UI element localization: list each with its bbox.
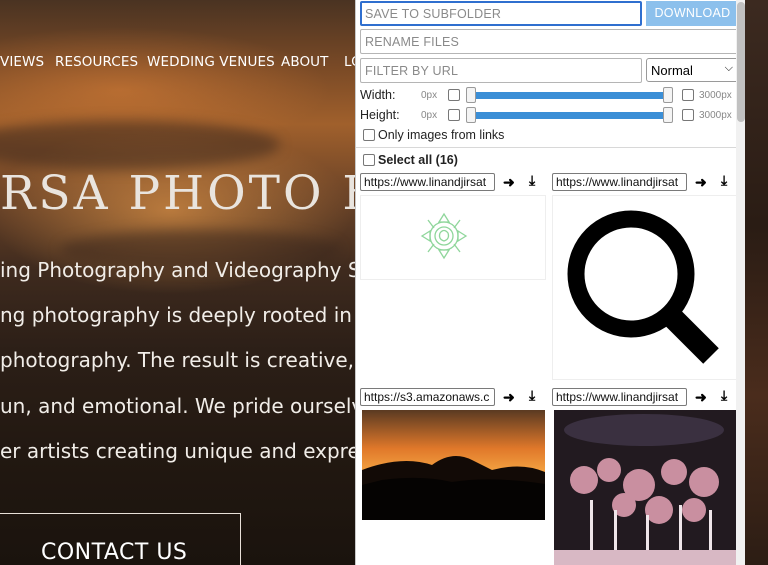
height-min-checkbox[interactable] (448, 109, 460, 121)
image-thumbnail-flowers[interactable] (554, 410, 737, 565)
download-icon[interactable]: ⤓ (721, 387, 727, 404)
width-max-checkbox[interactable] (682, 89, 694, 101)
width-min-checkbox[interactable] (448, 89, 460, 101)
flowers-photo (554, 410, 737, 565)
width-slider-max-handle[interactable] (663, 87, 673, 103)
nav-item-resources[interactable]: RESOURCES (55, 54, 138, 70)
download-icon[interactable]: ⤓ (529, 387, 535, 404)
logo-image (420, 212, 468, 260)
popup-scrollbar[interactable] (736, 0, 745, 565)
filter-url-input[interactable]: FILTER BY URL (360, 58, 642, 83)
site-body-line: ing Photography and Videography Stud (0, 258, 394, 282)
height-slider-max-handle[interactable] (663, 107, 673, 123)
nav-item-about[interactable]: ABOUT (281, 54, 329, 70)
select-all-checkbox[interactable] (363, 154, 375, 166)
image-url-field[interactable]: https://s3.amazonaws.c (360, 388, 495, 406)
select-all-label: Select all (16) (378, 153, 458, 167)
image-url-field[interactable]: https://www.linandjirsat (552, 173, 687, 191)
only-links-label: Only images from links (378, 128, 505, 142)
width-slider-track[interactable] (470, 92, 670, 99)
height-min-value: 0px (421, 110, 438, 121)
image-thumbnail-search[interactable] (552, 195, 738, 380)
only-links-checkbox[interactable] (363, 129, 375, 141)
image-url-field[interactable]: https://www.linandjirsat (360, 173, 495, 191)
site-title: RSA PHOTO BL (0, 166, 415, 221)
height-max-checkbox[interactable] (682, 109, 694, 121)
image-thumbnail-logo[interactable] (360, 195, 546, 280)
height-slider-min-handle[interactable] (466, 107, 476, 123)
open-arrow-icon[interactable]: ➜ (503, 174, 515, 191)
nav-item-views[interactable]: VIEWS (0, 54, 44, 70)
cloud-shape (0, 120, 280, 170)
open-arrow-icon[interactable]: ➜ (503, 389, 515, 406)
width-label: Width: (360, 88, 396, 102)
height-slider-track[interactable] (470, 112, 670, 119)
height-max-value: 3000px (699, 110, 732, 121)
image-downloader-popup: SAVE TO SUBFOLDER DOWNLOAD RENAME FILES … (355, 0, 745, 565)
image-thumbnail-sunset[interactable] (362, 410, 545, 520)
image-url-field[interactable]: https://www.linandjirsat (552, 388, 687, 406)
site-body-line: un, and emotional. We pride ourselves (0, 394, 386, 418)
download-button[interactable]: DOWNLOAD (646, 1, 739, 26)
site-body-line: er artists creating unique and express (0, 439, 381, 463)
open-arrow-icon[interactable]: ➜ (695, 174, 707, 191)
chevron-down-icon: ⌵ (724, 62, 733, 74)
open-arrow-icon[interactable]: ➜ (695, 389, 707, 406)
sunset-photo (362, 410, 545, 520)
nav-item-wedding-venues[interactable]: WEDDING VENUES (147, 54, 275, 70)
filter-mode-value: Normal (651, 63, 693, 78)
height-label: Height: (360, 108, 400, 122)
subfolder-input[interactable]: SAVE TO SUBFOLDER (360, 1, 642, 26)
background-edge (744, 0, 768, 565)
width-min-value: 0px (421, 90, 438, 101)
rename-files-input[interactable]: RENAME FILES (360, 29, 739, 54)
filter-mode-select[interactable]: Normal ⌵ (646, 58, 739, 82)
site-body-line: photography. The result is creative, cle (0, 348, 390, 372)
scrollbar-handle[interactable] (737, 2, 745, 122)
contact-us-button[interactable]: CONTACT US (0, 513, 241, 565)
download-icon[interactable]: ⤓ (721, 172, 727, 189)
site-body-line: ng photography is deeply rooted in we (0, 303, 387, 327)
width-max-value: 3000px (699, 90, 732, 101)
search-icon (567, 210, 719, 364)
divider (356, 147, 745, 148)
download-icon[interactable]: ⤓ (529, 172, 535, 189)
width-slider-min-handle[interactable] (466, 87, 476, 103)
